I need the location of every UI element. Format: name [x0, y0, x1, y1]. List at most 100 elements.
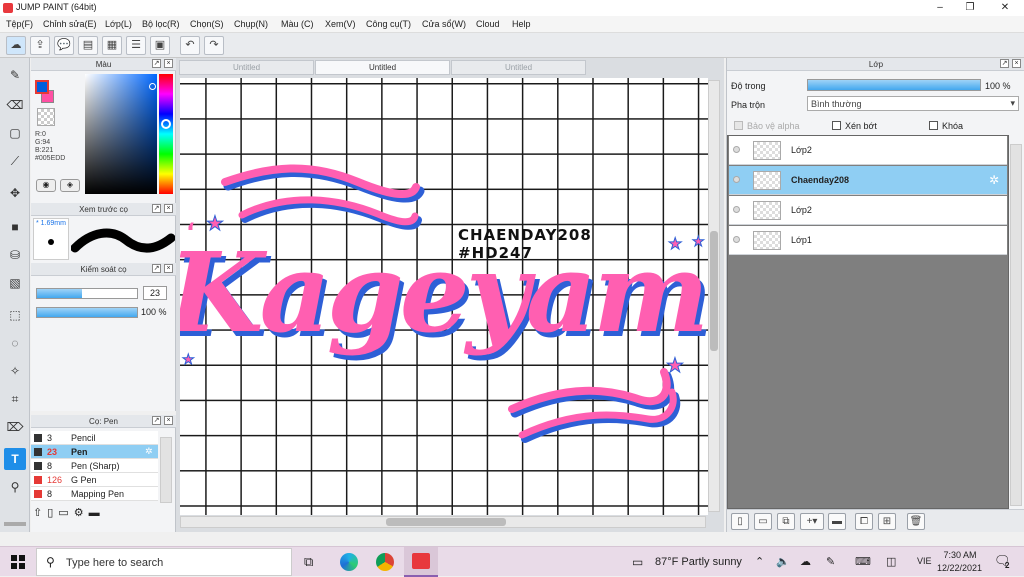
brush-item-g-pen[interactable]: 126 G Pen [31, 473, 158, 487]
weather-icon[interactable]: ▭ [632, 555, 643, 569]
edge-icon[interactable] [340, 553, 358, 571]
close-button[interactable]: ✕ [990, 0, 1020, 16]
panel-close-icon[interactable]: × [1012, 59, 1021, 68]
jump-paint-task-icon[interactable] [404, 547, 438, 577]
input-language[interactable]: VIE [917, 556, 932, 566]
menu-help[interactable]: Help [512, 19, 531, 29]
canvas-hscroll[interactable] [180, 516, 706, 528]
taskbar-search[interactable]: ⚲ Type here to search [36, 548, 292, 576]
gradient-icon[interactable]: ▧ [4, 272, 26, 294]
network-icon[interactable]: ◫ [886, 555, 896, 568]
transparent-swatch[interactable] [37, 108, 55, 126]
doc-tab-2[interactable]: Untitled [315, 60, 450, 75]
panel-close-icon[interactable]: × [164, 204, 173, 213]
brush-folder-icon[interactable]: ▬ [89, 507, 105, 519]
rect-select-icon[interactable]: ⬚ [4, 304, 26, 326]
shape-icon[interactable]: ▢ [4, 122, 26, 144]
canvas-hscroll-thumb[interactable] [386, 518, 506, 526]
visibility-icon[interactable] [733, 236, 740, 243]
trash-icon[interactable]: 🗑 [907, 513, 925, 530]
layer-row[interactable]: Lớp2 [729, 196, 1007, 225]
layer-list-scrollbar[interactable] [1010, 144, 1022, 506]
brush-item-mapping-pen[interactable]: 8 Mapping Pen [31, 487, 158, 501]
gear-icon[interactable]: ✲ [145, 446, 153, 457]
lasso-icon[interactable]: ◌ [4, 332, 26, 354]
message-icon[interactable]: ▤ [78, 36, 98, 55]
select-eraser-icon[interactable]: ⌦ [4, 416, 26, 438]
bucket-icon[interactable]: ⛁ [4, 244, 26, 266]
grid-icon[interactable]: ▣ [150, 36, 170, 55]
select-pen-icon[interactable]: ⌗ [4, 388, 26, 410]
pen-icon[interactable]: ✎ [826, 555, 835, 568]
sv-cursor[interactable] [149, 83, 156, 90]
text-tool-icon[interactable]: T [4, 448, 26, 470]
hue-slider[interactable] [159, 74, 173, 194]
document-icon[interactable]: ▦ [102, 36, 122, 55]
panel-close-icon[interactable]: × [164, 264, 173, 273]
clipping-checkbox[interactable] [832, 121, 841, 130]
menu-filter[interactable]: Bộ lọc(R) [142, 19, 180, 29]
tool-scroll[interactable] [4, 522, 26, 526]
menu-file[interactable]: Tệp(F) [6, 19, 33, 29]
layer-settings-icon[interactable]: ⊞ [878, 513, 896, 530]
layer-row[interactable]: Lớp2 [729, 136, 1007, 165]
eraser-icon[interactable]: ⌫ [4, 94, 26, 116]
drawing-canvas[interactable]: ★ ★ ★ ★ ★ ʻ CHAENDAY208 #HD247 Kageyama … [180, 78, 708, 515]
minimize-button[interactable]: – [925, 0, 955, 16]
task-view-icon[interactable]: ⧉ [304, 554, 313, 570]
fill-rect-icon[interactable]: ■ [4, 216, 26, 238]
brush-copy-icon[interactable]: ▭ [58, 507, 73, 519]
canvas-vscroll[interactable] [708, 80, 720, 512]
layer-row[interactable]: Lớp1 [729, 226, 1007, 255]
volume-icon[interactable]: 🔈 [776, 555, 790, 568]
color-history-icon[interactable]: ◈ [60, 179, 80, 192]
chrome-icon[interactable] [376, 553, 394, 571]
palette-icon[interactable]: ◉ [36, 179, 56, 192]
merge-icon[interactable]: ⧠ [855, 513, 873, 530]
panel-float-icon[interactable]: ↗ [152, 416, 161, 425]
brush-icon[interactable]: ✎ [4, 64, 26, 86]
panel-close-icon[interactable]: × [164, 416, 173, 425]
share-icon[interactable]: ⇪ [30, 36, 50, 55]
chevron-up-icon[interactable]: ⌃ [755, 555, 764, 568]
move-icon[interactable]: ✥ [4, 182, 26, 204]
layer-opacity-slider[interactable] [807, 79, 981, 91]
brush-settings-icon[interactable]: ⚙ [74, 507, 89, 519]
gear-icon[interactable]: ✲ [989, 173, 999, 187]
brush-size-slider[interactable] [36, 288, 138, 299]
visibility-icon[interactable] [733, 146, 740, 153]
folder-icon[interactable]: ▬ [828, 513, 846, 530]
maximize-button[interactable]: ❐ [955, 0, 985, 16]
menu-capture[interactable]: Chụp(N) [234, 19, 268, 29]
brush-item-pen[interactable]: 23 Pen ✲ [31, 445, 158, 459]
visibility-icon[interactable] [733, 176, 740, 183]
brush-size-value[interactable]: 23 [143, 286, 167, 300]
menu-color[interactable]: Màu (C) [281, 19, 314, 29]
blend-mode-select[interactable]: Bình thường ▾ [807, 96, 1019, 111]
brush-item-pencil[interactable]: 3 Pencil [31, 431, 158, 445]
doc-tab-1[interactable]: Untitled [179, 60, 314, 75]
panel-close-icon[interactable]: × [164, 59, 173, 68]
clock-time[interactable]: 7:30 AM [943, 550, 977, 560]
panel-float-icon[interactable]: ↗ [1000, 59, 1009, 68]
weather-text[interactable]: 87°F Partly sunny [655, 556, 742, 568]
menu-tools[interactable]: Công cụ(T) [366, 19, 411, 29]
menu-window[interactable]: Cửa sổ(W) [422, 19, 466, 29]
redo-icon[interactable]: ↷ [204, 36, 224, 55]
canvas-vscroll-thumb[interactable] [710, 231, 718, 351]
comment-icon[interactable]: 💬 [54, 36, 74, 55]
menu-edit[interactable]: Chỉnh sửa(E) [43, 19, 97, 29]
magic-wand-icon[interactable]: ✧ [4, 360, 26, 382]
line-icon[interactable]: ⟋ [4, 150, 26, 172]
panel-float-icon[interactable]: ↗ [152, 59, 161, 68]
clock-date[interactable]: 12/22/2021 [937, 563, 982, 573]
panel-float-icon[interactable]: ↗ [152, 264, 161, 273]
copy-layer-icon[interactable]: ⧉ [777, 513, 795, 530]
keyboard-icon[interactable]: ⌨ [855, 555, 871, 568]
new-layer-icon[interactable]: ▯ [731, 513, 749, 530]
lock-checkbox[interactable] [929, 121, 938, 130]
menu-layer[interactable]: Lớp(L) [105, 19, 132, 29]
list-icon[interactable]: ☰ [126, 36, 146, 55]
panel-float-icon[interactable]: ↗ [152, 204, 161, 213]
brush-opacity-slider[interactable] [36, 307, 138, 318]
